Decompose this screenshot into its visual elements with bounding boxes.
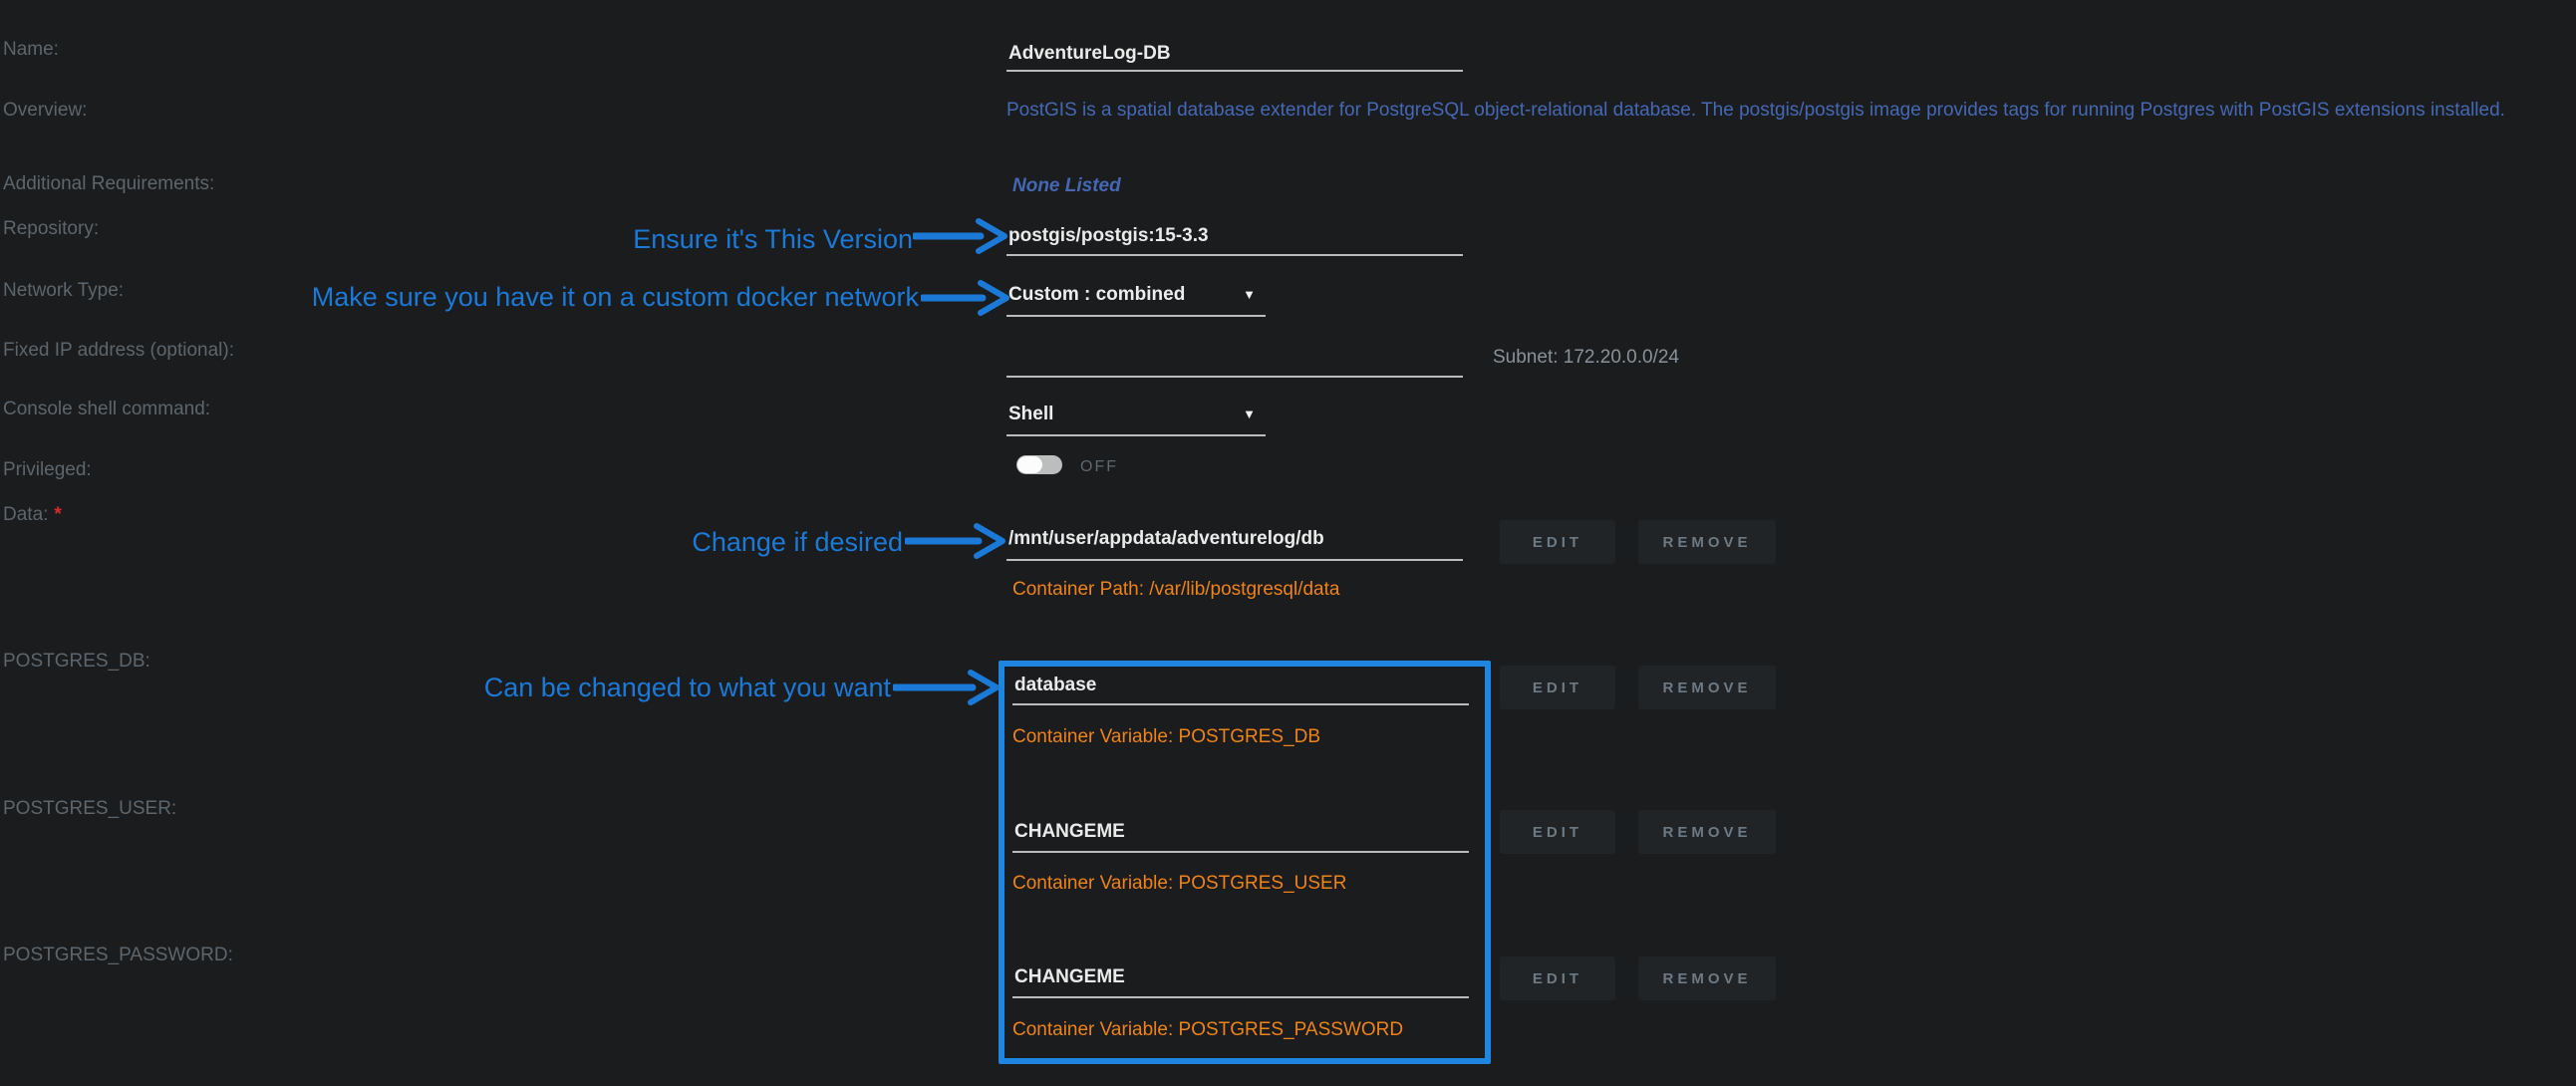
postgres-db-edit-button[interactable]: EDIT xyxy=(1500,666,1615,709)
data-path-input[interactable] xyxy=(1006,525,1463,561)
annotation-repository: Ensure it's This Version xyxy=(633,224,913,255)
privileged-state: OFF xyxy=(1080,458,1118,476)
data-container-path: Container Path: /var/lib/postgresql/data xyxy=(1012,579,1339,601)
postgres-db-remove-button[interactable]: REMOVE xyxy=(1638,666,1776,709)
fixed-ip-input[interactable] xyxy=(1006,345,1463,378)
docker-container-settings-page: Name: Overview: Additional Requirements:… xyxy=(0,0,2576,1086)
subnet-note: Subnet: 172.20.0.0/24 xyxy=(1493,347,1679,369)
name-label: Name: xyxy=(3,39,59,61)
postgres-db-label: POSTGRES_DB: xyxy=(3,651,150,673)
data-edit-button[interactable]: EDIT xyxy=(1500,520,1615,564)
chevron-down-icon: ▼ xyxy=(1243,407,1256,421)
privileged-toggle[interactable] xyxy=(1016,455,1062,474)
network-type-select[interactable]: Custom : combined ▼ xyxy=(1006,284,1266,317)
postgres-password-label: POSTGRES_PASSWORD: xyxy=(3,945,233,966)
console-shell-select[interactable]: Shell ▼ xyxy=(1006,404,1266,436)
postgres-user-input[interactable] xyxy=(1012,818,1469,853)
annotation-arrow-icon xyxy=(893,668,1001,707)
additional-requirements-value: None Listed xyxy=(1012,175,1121,197)
postgres-user-label: POSTGRES_USER: xyxy=(3,798,176,820)
repository-label: Repository: xyxy=(3,218,99,240)
annotation-arrow-icon xyxy=(921,278,1010,318)
annotation-postgres-db: Can be changed to what you want xyxy=(484,673,891,703)
data-label: Data:* xyxy=(3,504,62,526)
postgres-user-remove-button[interactable]: REMOVE xyxy=(1638,810,1776,854)
console-shell-value: Shell xyxy=(1008,404,1053,424)
repository-input[interactable] xyxy=(1006,224,1463,256)
name-input[interactable] xyxy=(1006,43,1463,72)
postgres-password-edit-button[interactable]: EDIT xyxy=(1500,956,1615,1000)
data-remove-button[interactable]: REMOVE xyxy=(1638,520,1776,564)
postgres-db-input[interactable] xyxy=(1012,674,1469,705)
toggle-knob-icon xyxy=(1017,456,1042,473)
postgres-user-edit-button[interactable]: EDIT xyxy=(1500,810,1615,854)
annotation-arrow-icon xyxy=(913,216,1008,256)
console-shell-command-label: Console shell command: xyxy=(3,399,210,420)
required-asterisk: * xyxy=(54,504,61,525)
additional-requirements-label: Additional Requirements: xyxy=(3,173,214,195)
privileged-label: Privileged: xyxy=(3,459,92,481)
postgres-password-remove-button[interactable]: REMOVE xyxy=(1638,956,1776,1000)
postgres-user-container-variable: Container Variable: POSTGRES_USER xyxy=(1012,873,1346,895)
overview-label: Overview: xyxy=(3,100,87,122)
annotation-network: Make sure you have it on a custom docker… xyxy=(312,282,919,313)
annotation-data: Change if desired xyxy=(692,527,903,558)
network-type-value: Custom : combined xyxy=(1008,284,1185,305)
annotation-arrow-icon xyxy=(905,521,1006,561)
postgres-password-input[interactable] xyxy=(1012,964,1469,998)
chevron-down-icon: ▼ xyxy=(1243,287,1256,302)
network-type-label: Network Type: xyxy=(3,280,124,302)
postgres-db-container-variable: Container Variable: POSTGRES_DB xyxy=(1012,726,1320,748)
fixed-ip-label: Fixed IP address (optional): xyxy=(3,340,234,362)
highlight-box xyxy=(999,661,1491,1064)
postgres-password-container-variable: Container Variable: POSTGRES_PASSWORD xyxy=(1012,1019,1403,1041)
overview-text: PostGIS is a spatial database extender f… xyxy=(1006,99,2573,122)
